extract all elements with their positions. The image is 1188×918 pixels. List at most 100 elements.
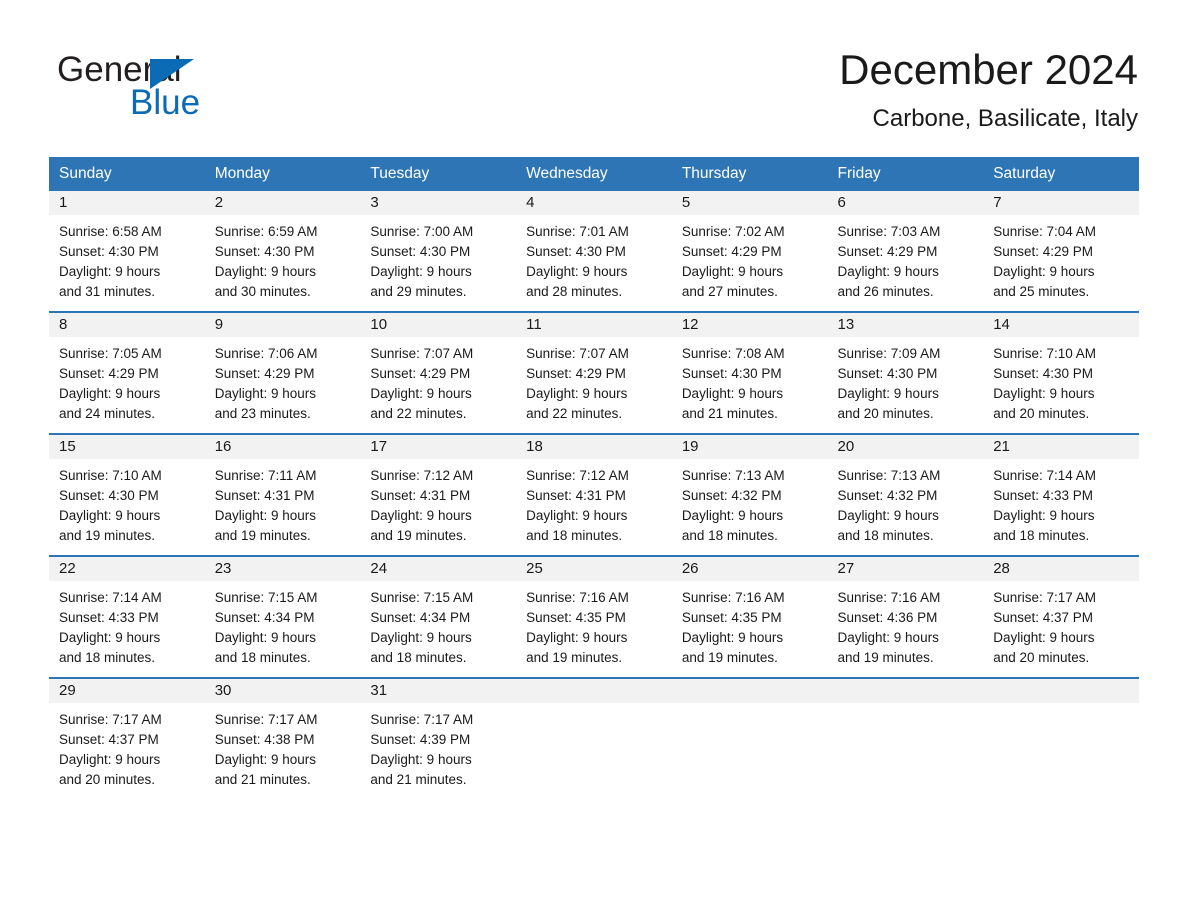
day-number-band: 12 xyxy=(671,313,828,337)
sunrise-text: Sunrise: 6:58 AM xyxy=(59,224,162,239)
day-number-band: 3 xyxy=(360,191,517,215)
day-details: Sunrise: 7:06 AM Sunset: 4:29 PM Daylight:… xyxy=(205,337,361,424)
day-number-band: 10 xyxy=(360,313,517,337)
calendar-day-cell[interactable]: 3 Sunrise: 7:00 AM Sunset: 4:30 PM Daylight… xyxy=(360,191,517,312)
calendar-day-cell[interactable]: 24 Sunrise: 7:15 AM Sunset: 4:34 PM Dayligh… xyxy=(360,555,517,678)
daylight-text-line1: Daylight: 9 hours xyxy=(837,264,939,279)
calendar-day-cell[interactable]: 18 Sunrise: 7:12 AM Sunset: 4:31 PM Dayligh… xyxy=(516,433,672,556)
daylight-text-line1: Daylight: 9 hours xyxy=(214,752,317,767)
daylight-text-line1: Daylight: 9 hours xyxy=(993,508,1095,523)
calendar-day-cell[interactable]: 16 Sunrise: 7:11 AM Sunset: 4:31 PM Dayligh… xyxy=(204,433,361,556)
day-number-band: 9 xyxy=(204,313,361,337)
weekday-header-friday: Friday xyxy=(827,157,984,191)
calendar-day-cell[interactable]: 26 Sunrise: 7:16 AM Sunset: 4:35 PM Dayligh… xyxy=(671,555,828,678)
calendar-day-cell[interactable]: 21 Sunrise: 7:14 AM Sunset: 4:33 PM Dayligh… xyxy=(983,433,1139,556)
day-details: Sunrise: 7:01 AM Sunset: 4:30 PM Daylight:… xyxy=(516,215,672,302)
day-number: 31 xyxy=(370,682,388,699)
day-number: 22 xyxy=(59,560,76,577)
daylight-text-line2: and 18 minutes. xyxy=(993,528,1090,543)
day-number-band: 18 xyxy=(516,435,672,459)
day-details: Sunrise: 7:10 AM Sunset: 4:30 PM Daylight:… xyxy=(983,337,1139,424)
sunset-text: Sunset: 4:39 PM xyxy=(370,732,471,747)
daylight-text-line2: and 18 minutes. xyxy=(214,650,311,665)
day-number-band: 26 xyxy=(671,557,828,581)
calendar-cell-empty xyxy=(983,677,1139,799)
calendar-day-cell[interactable]: 5 Sunrise: 7:02 AM Sunset: 4:29 PM Daylight… xyxy=(671,191,828,312)
calendar-day-cell[interactable]: 28 Sunrise: 7:17 AM Sunset: 4:37 PM Dayligh… xyxy=(983,555,1139,678)
daylight-text-line2: and 19 minutes. xyxy=(837,650,934,665)
day-details: Sunrise: 7:14 AM Sunset: 4:33 PM Daylight:… xyxy=(49,581,205,668)
day-number: 27 xyxy=(837,560,855,577)
sunrise-text: Sunrise: 7:17 AM xyxy=(214,712,318,727)
calendar-day-cell[interactable]: 13 Sunrise: 7:09 AM Sunset: 4:30 PM Dayligh… xyxy=(827,311,984,434)
daylight-text-line2: and 20 minutes. xyxy=(993,406,1090,421)
daylight-text-line2: and 20 minutes. xyxy=(59,772,156,787)
calendar-day-cell[interactable]: 15 Sunrise: 7:10 AM Sunset: 4:30 PM Dayligh… xyxy=(49,433,205,556)
calendar-day-cell[interactable]: 23 Sunrise: 7:15 AM Sunset: 4:34 PM Dayligh… xyxy=(204,555,361,678)
day-details: Sunrise: 7:16 AM Sunset: 4:35 PM Daylight:… xyxy=(672,581,828,668)
calendar-week-row: 29 Sunrise: 7:17 AM Sunset: 4:37 PM Dayligh… xyxy=(49,677,1139,799)
calendar-day-cell[interactable]: 19 Sunrise: 7:13 AM Sunset: 4:32 PM Dayligh… xyxy=(671,433,828,556)
sunrise-text: Sunrise: 7:00 AM xyxy=(370,224,474,239)
calendar-day-cell[interactable]: 8 Sunrise: 7:05 AM Sunset: 4:29 PM Daylight… xyxy=(49,311,205,434)
daylight-text-line1: Daylight: 9 hours xyxy=(214,386,317,401)
calendar-day-cell[interactable]: 31 Sunrise: 7:17 AM Sunset: 4:39 PM Dayligh… xyxy=(360,677,517,799)
daylight-text-line1: Daylight: 9 hours xyxy=(526,264,628,279)
calendar-day-cell[interactable]: 17 Sunrise: 7:12 AM Sunset: 4:31 PM Dayligh… xyxy=(360,433,517,556)
sunset-text: Sunset: 4:36 PM xyxy=(837,610,938,625)
sunrise-text: Sunrise: 7:10 AM xyxy=(59,468,162,483)
day-details: Sunrise: 7:05 AM Sunset: 4:29 PM Daylight:… xyxy=(49,337,205,424)
sunset-text: Sunset: 4:37 PM xyxy=(59,732,159,747)
calendar-day-cell[interactable]: 27 Sunrise: 7:16 AM Sunset: 4:36 PM Dayligh… xyxy=(827,555,984,678)
weekday-header-tuesday: Tuesday xyxy=(360,157,517,191)
calendar-day-cell[interactable]: 9 Sunrise: 7:06 AM Sunset: 4:29 PM Daylight… xyxy=(204,311,361,434)
brand-logo[interactable]: General Blue xyxy=(57,50,387,130)
daylight-text-line2: and 21 minutes. xyxy=(681,406,778,421)
sunset-text: Sunset: 4:32 PM xyxy=(837,488,938,503)
weekday-header-saturday: Saturday xyxy=(983,157,1139,191)
sunrise-text: Sunrise: 7:09 AM xyxy=(837,346,941,361)
calendar-day-cell[interactable]: 1 Sunrise: 6:58 AM Sunset: 4:30 PM Daylight… xyxy=(49,191,205,312)
calendar-day-cell[interactable]: 22 Sunrise: 7:14 AM Sunset: 4:33 PM Dayligh… xyxy=(49,555,205,678)
calendar-day-cell[interactable]: 2 Sunrise: 6:59 AM Sunset: 4:30 PM Daylight… xyxy=(204,191,361,312)
day-number-band: 21 xyxy=(983,435,1139,459)
weekday-header-sunday: Sunday xyxy=(49,157,205,191)
calendar-day-cell[interactable]: 6 Sunrise: 7:03 AM Sunset: 4:29 PM Daylight… xyxy=(827,191,984,312)
sunset-text: Sunset: 4:30 PM xyxy=(59,244,159,259)
sunrise-text: Sunrise: 7:15 AM xyxy=(370,590,474,605)
day-number-band: 27 xyxy=(827,557,984,581)
day-number: 11 xyxy=(526,316,542,333)
daylight-text-line1: Daylight: 9 hours xyxy=(837,630,939,645)
day-number: 20 xyxy=(837,438,855,455)
calendar-day-cell[interactable]: 20 Sunrise: 7:13 AM Sunset: 4:32 PM Dayligh… xyxy=(827,433,984,556)
day-number: 2 xyxy=(214,194,224,211)
calendar-day-cell[interactable]: 25 Sunrise: 7:16 AM Sunset: 4:35 PM Dayligh… xyxy=(516,555,672,678)
day-details: Sunrise: 7:10 AM Sunset: 4:30 PM Daylight:… xyxy=(49,459,205,546)
daylight-text-line2: and 18 minutes. xyxy=(526,528,623,543)
calendar-day-cell[interactable]: 12 Sunrise: 7:08 AM Sunset: 4:30 PM Dayligh… xyxy=(671,311,828,434)
sunrise-text: Sunrise: 7:17 AM xyxy=(370,712,474,727)
daylight-text-line1: Daylight: 9 hours xyxy=(681,386,784,401)
calendar-day-cell[interactable]: 11 Sunrise: 7:07 AM Sunset: 4:29 PM Dayligh… xyxy=(516,311,672,434)
day-details: Sunrise: 7:14 AM Sunset: 4:33 PM Daylight:… xyxy=(983,459,1139,546)
daylight-text-line1: Daylight: 9 hours xyxy=(214,508,317,523)
day-details: Sunrise: 7:13 AM Sunset: 4:32 PM Daylight:… xyxy=(828,459,984,546)
daylight-text-line1: Daylight: 9 hours xyxy=(526,630,628,645)
weekday-header-thursday: Thursday xyxy=(671,157,828,191)
sunset-text: Sunset: 4:30 PM xyxy=(526,244,626,259)
daylight-text-line1: Daylight: 9 hours xyxy=(681,264,784,279)
daylight-text-line2: and 19 minutes. xyxy=(681,650,778,665)
calendar-day-cell[interactable]: 14 Sunrise: 7:10 AM Sunset: 4:30 PM Dayligh… xyxy=(983,311,1139,434)
calendar-day-cell[interactable]: 7 Sunrise: 7:04 AM Sunset: 4:29 PM Daylight… xyxy=(983,191,1139,312)
daylight-text-line2: and 27 minutes. xyxy=(681,284,778,299)
calendar-day-cell[interactable]: 4 Sunrise: 7:01 AM Sunset: 4:30 PM Daylight… xyxy=(516,191,672,312)
day-number: 9 xyxy=(214,316,224,333)
calendar-day-cell[interactable]: 29 Sunrise: 7:17 AM Sunset: 4:37 PM Dayligh… xyxy=(49,677,205,799)
day-number-band: 25 xyxy=(516,557,672,581)
day-number-band xyxy=(516,679,672,703)
calendar-day-cell[interactable]: 10 Sunrise: 7:07 AM Sunset: 4:29 PM Dayligh… xyxy=(360,311,517,434)
sunset-text: Sunset: 4:30 PM xyxy=(59,488,159,503)
day-number: 3 xyxy=(370,194,379,211)
sunset-text: Sunset: 4:34 PM xyxy=(370,610,471,625)
calendar-day-cell[interactable]: 30 Sunrise: 7:17 AM Sunset: 4:38 PM Dayligh… xyxy=(204,677,361,799)
